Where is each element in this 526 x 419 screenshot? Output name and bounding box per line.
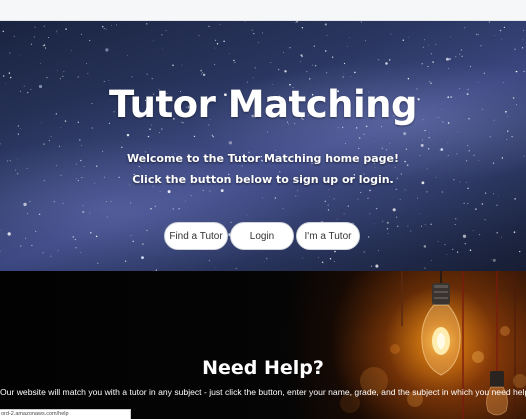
im-a-tutor-button[interactable]: I'm a Tutor [296,222,360,250]
welcome-text: Welcome to the Tutor Matching home page! [126,152,400,165]
help-section: Need Help? Our website will match you wi… [0,271,526,419]
find-a-tutor-button[interactable]: Find a Tutor [164,222,228,250]
hero-section: Tutor Matching Welcome to the Tutor Matc… [0,21,526,271]
page-title: Tutor Matching [108,83,418,126]
status-bar-url: ord-2.amazonaws.com/help [0,409,131,419]
instruction-text: Click the button below to sign up or log… [132,173,394,186]
login-button[interactable]: Login [230,222,294,250]
help-description: Our website will match you with a tutor … [0,387,526,397]
page: Tutor Matching Welcome to the Tutor Matc… [0,0,526,419]
help-heading: Need Help? [202,357,324,379]
browser-top-bar [0,0,526,21]
